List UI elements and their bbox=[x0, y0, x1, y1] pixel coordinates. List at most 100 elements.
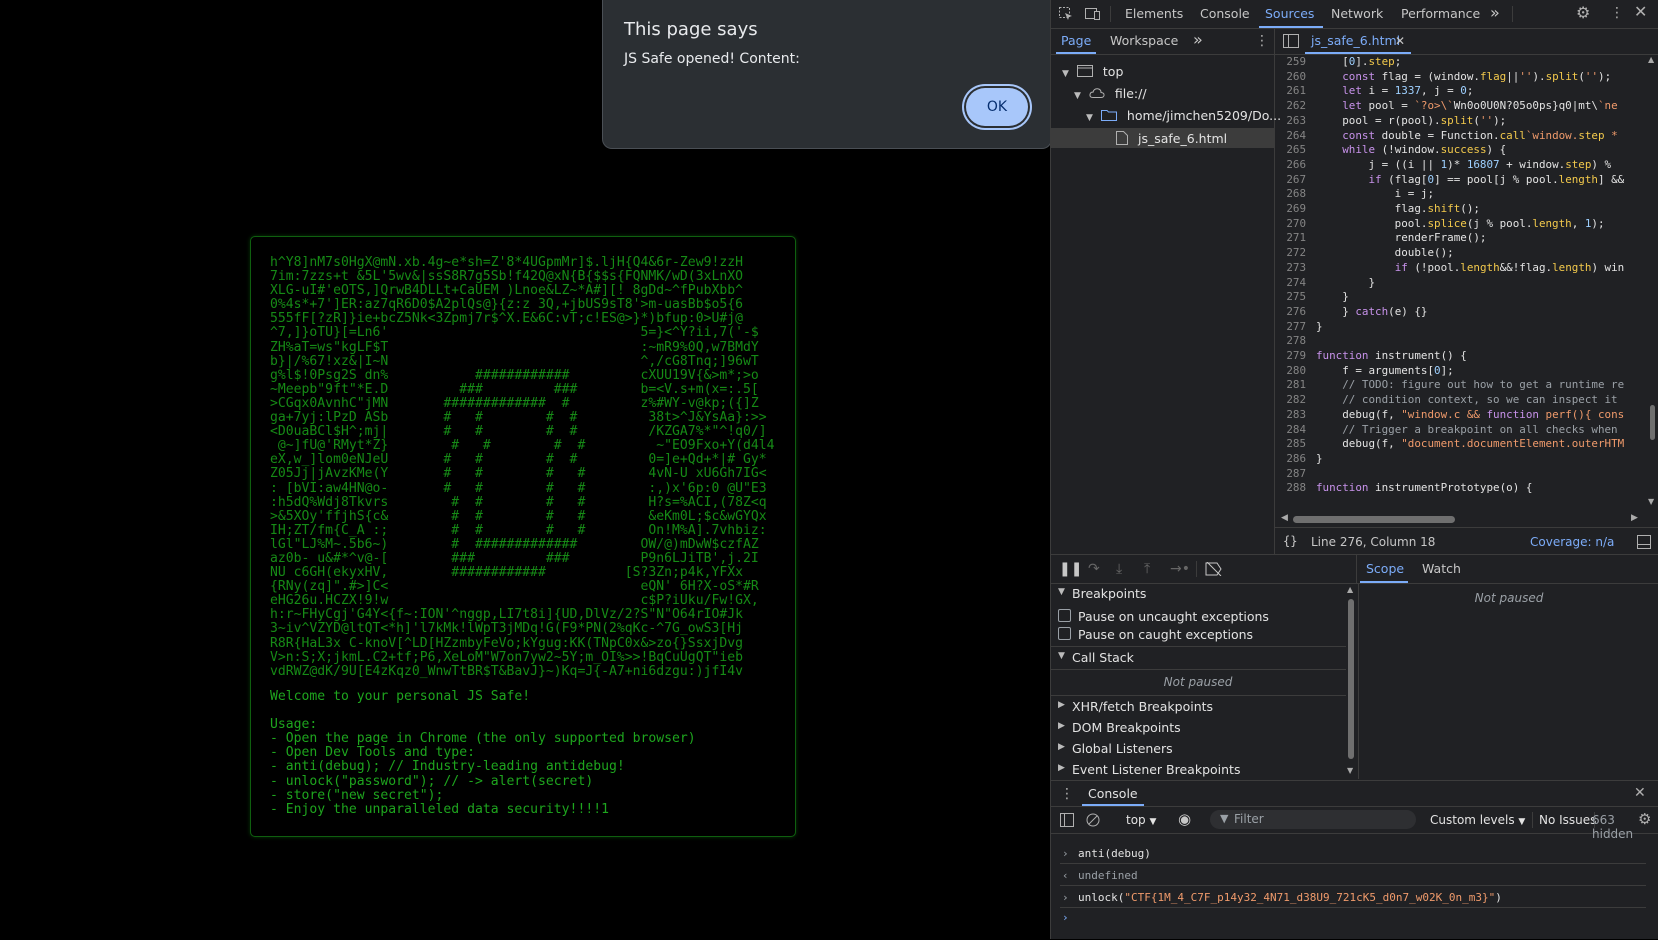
line-number[interactable]: 274 bbox=[1275, 276, 1306, 289]
line-number[interactable]: 261 bbox=[1275, 84, 1306, 97]
line-number[interactable]: 285 bbox=[1275, 437, 1306, 450]
step-out-icon[interactable]: ⤒ bbox=[1144, 562, 1150, 576]
line-number[interactable]: 276 bbox=[1275, 305, 1306, 318]
line-number[interactable]: 286 bbox=[1275, 452, 1306, 465]
horizontal-scrollbar[interactable]: ◀ ▶ bbox=[1275, 513, 1647, 525]
code-line[interactable]: 276 } catch(e) {} bbox=[1275, 305, 1427, 321]
code-line[interactable]: 265 while (!window.success) { bbox=[1275, 143, 1506, 159]
tree-item-top[interactable]: ▼ top bbox=[1062, 64, 1123, 79]
step-over-icon[interactable]: ↷ bbox=[1088, 562, 1100, 576]
line-number[interactable]: 262 bbox=[1275, 99, 1306, 112]
call-stack-section-header[interactable]: ▼ Call Stack bbox=[1050, 647, 1346, 668]
close-devtools-icon[interactable]: ✕ bbox=[1634, 4, 1647, 20]
line-number[interactable]: 265 bbox=[1275, 143, 1306, 156]
line-number[interactable]: 278 bbox=[1275, 334, 1306, 347]
line-number[interactable]: 271 bbox=[1275, 231, 1306, 244]
code-line[interactable]: 279 function instrument() { bbox=[1275, 349, 1467, 365]
more-tabs-icon[interactable]: » bbox=[1490, 3, 1500, 22]
xhr-breakpoints-header[interactable]: ▶ XHR/fetch Breakpoints bbox=[1050, 696, 1346, 717]
vertical-scrollbar[interactable]: ▲ ▼ bbox=[1647, 55, 1658, 513]
line-number[interactable]: 270 bbox=[1275, 217, 1306, 230]
pretty-print-icon[interactable]: {} bbox=[1283, 534, 1297, 548]
tab-console-drawer[interactable]: Console bbox=[1088, 786, 1138, 801]
issues-counter[interactable]: No Issues bbox=[1539, 813, 1596, 827]
code-line[interactable]: 280 f = arguments[0]; bbox=[1275, 364, 1453, 380]
line-number[interactable]: 281 bbox=[1275, 378, 1306, 391]
code-line[interactable]: 278 bbox=[1275, 334, 1316, 350]
context-selector[interactable]: top ▼ bbox=[1126, 813, 1156, 827]
line-number[interactable]: 279 bbox=[1275, 349, 1306, 362]
console-settings-icon[interactable]: ⚙ bbox=[1638, 812, 1651, 827]
alert-ok-button[interactable]: OK bbox=[966, 88, 1028, 126]
code-line[interactable]: 283 debug(f, "window.c && function perf(… bbox=[1275, 408, 1624, 424]
code-line[interactable]: 286} bbox=[1275, 452, 1322, 468]
line-number[interactable]: 277 bbox=[1275, 320, 1306, 333]
pause-icon[interactable]: ❚❚ bbox=[1059, 562, 1082, 576]
code-line[interactable]: 271 renderFrame(); bbox=[1275, 231, 1486, 247]
console-sidebar-icon[interactable] bbox=[1060, 813, 1074, 827]
breakpoints-scrollbar[interactable]: ▲ ▼ bbox=[1346, 583, 1356, 779]
device-toolbar-icon[interactable] bbox=[1084, 6, 1102, 22]
line-number[interactable]: 264 bbox=[1275, 129, 1306, 142]
settings-gear-icon[interactable]: ⚙ bbox=[1576, 5, 1590, 21]
close-tab-icon[interactable]: ✕ bbox=[1395, 34, 1405, 48]
code-line[interactable]: 262 let pool = `?o>\`Wn0o0U0N?05o0ps}q0|… bbox=[1275, 99, 1617, 115]
code-line[interactable]: 270 pool.splice(j % pool.length, 1); bbox=[1275, 217, 1604, 233]
code-line[interactable]: 274 } bbox=[1275, 276, 1375, 292]
step-icon[interactable]: →• bbox=[1170, 562, 1190, 576]
log-levels-dropdown[interactable]: Custom levels ▼ bbox=[1430, 813, 1525, 827]
console-filter-input[interactable]: ▼ Filter bbox=[1210, 810, 1416, 829]
code-line[interactable]: 268 i = j; bbox=[1275, 187, 1434, 203]
code-line[interactable]: 273 if (!pool.length&&!flag.length) win bbox=[1275, 261, 1624, 277]
tree-item-file-origin[interactable]: ▼ file:// bbox=[1074, 86, 1147, 101]
code-line[interactable]: 264 const double = Function.call`window.… bbox=[1275, 129, 1617, 145]
line-number[interactable]: 268 bbox=[1275, 187, 1306, 200]
step-into-icon[interactable]: ⤓ bbox=[1116, 562, 1122, 576]
line-number[interactable]: 288 bbox=[1275, 481, 1306, 494]
dom-breakpoints-header[interactable]: ▶ DOM Breakpoints bbox=[1050, 717, 1346, 738]
tab-sources[interactable]: Sources bbox=[1265, 6, 1314, 21]
code-line[interactable]: 267 if (flag[0] == pool[j % pool.length]… bbox=[1275, 173, 1624, 189]
pause-uncaught-checkbox[interactable]: Pause on uncaught exceptions bbox=[1058, 609, 1269, 624]
editor-file-tab[interactable]: js_safe_6.html bbox=[1311, 33, 1400, 48]
code-line[interactable]: 269 flag.shift(); bbox=[1275, 202, 1480, 218]
tab-watch[interactable]: Watch bbox=[1422, 561, 1461, 576]
line-number[interactable]: 267 bbox=[1275, 173, 1306, 186]
line-number[interactable]: 263 bbox=[1275, 114, 1306, 127]
live-expression-eye-icon[interactable]: ◉ bbox=[1178, 810, 1191, 828]
line-number[interactable]: 287 bbox=[1275, 467, 1306, 480]
line-number[interactable]: 273 bbox=[1275, 261, 1306, 274]
deactivate-breakpoints-icon[interactable] bbox=[1205, 562, 1223, 576]
drawer-menu-icon[interactable]: ⋮ bbox=[1060, 787, 1074, 801]
tab-workspace[interactable]: Workspace bbox=[1110, 33, 1178, 48]
code-line[interactable]: 285 debug(f, "document.documentElement.o… bbox=[1275, 437, 1624, 453]
inspect-element-icon[interactable] bbox=[1058, 6, 1074, 22]
line-number[interactable]: 272 bbox=[1275, 246, 1306, 259]
toggle-debugger-sidebar-icon[interactable] bbox=[1637, 535, 1651, 549]
event-listener-breakpoints-header[interactable]: ▶ Event Listener Breakpoints bbox=[1050, 759, 1346, 779]
line-number[interactable]: 269 bbox=[1275, 202, 1306, 215]
tab-scope[interactable]: Scope bbox=[1366, 561, 1404, 576]
line-number[interactable]: 275 bbox=[1275, 290, 1306, 303]
tab-console[interactable]: Console bbox=[1200, 6, 1250, 21]
more-options-icon[interactable]: ⋮ bbox=[1610, 6, 1624, 20]
code-line[interactable]: 281 // TODO: figure out how to get a run… bbox=[1275, 378, 1624, 394]
code-line[interactable]: 260 const flag = (window.flag||'').split… bbox=[1275, 70, 1611, 86]
code-line[interactable]: 288 function instrumentPrototype(o) { bbox=[1275, 481, 1532, 497]
global-listeners-header[interactable]: ▶ Global Listeners bbox=[1050, 738, 1346, 759]
tab-elements[interactable]: Elements bbox=[1125, 6, 1183, 21]
code-line[interactable]: 277} bbox=[1275, 320, 1322, 336]
line-number[interactable]: 266 bbox=[1275, 158, 1306, 171]
tab-network[interactable]: Network bbox=[1331, 6, 1383, 21]
coverage-status[interactable]: Coverage: n/a bbox=[1530, 535, 1614, 549]
code-line[interactable]: 263 pool = r(pool).split(''); bbox=[1275, 114, 1506, 130]
code-line[interactable]: 272 double(); bbox=[1275, 246, 1453, 262]
toggle-navigator-icon[interactable] bbox=[1283, 34, 1299, 48]
line-number[interactable]: 260 bbox=[1275, 70, 1306, 83]
tab-performance[interactable]: Performance bbox=[1401, 6, 1480, 21]
line-number[interactable]: 284 bbox=[1275, 423, 1306, 436]
line-number[interactable]: 283 bbox=[1275, 408, 1306, 421]
navigator-menu-icon[interactable]: ⋮ bbox=[1255, 34, 1269, 48]
tree-item-folder[interactable]: ▼ home/jimchen5209/Do... bbox=[1086, 108, 1281, 123]
line-number[interactable]: 280 bbox=[1275, 364, 1306, 377]
